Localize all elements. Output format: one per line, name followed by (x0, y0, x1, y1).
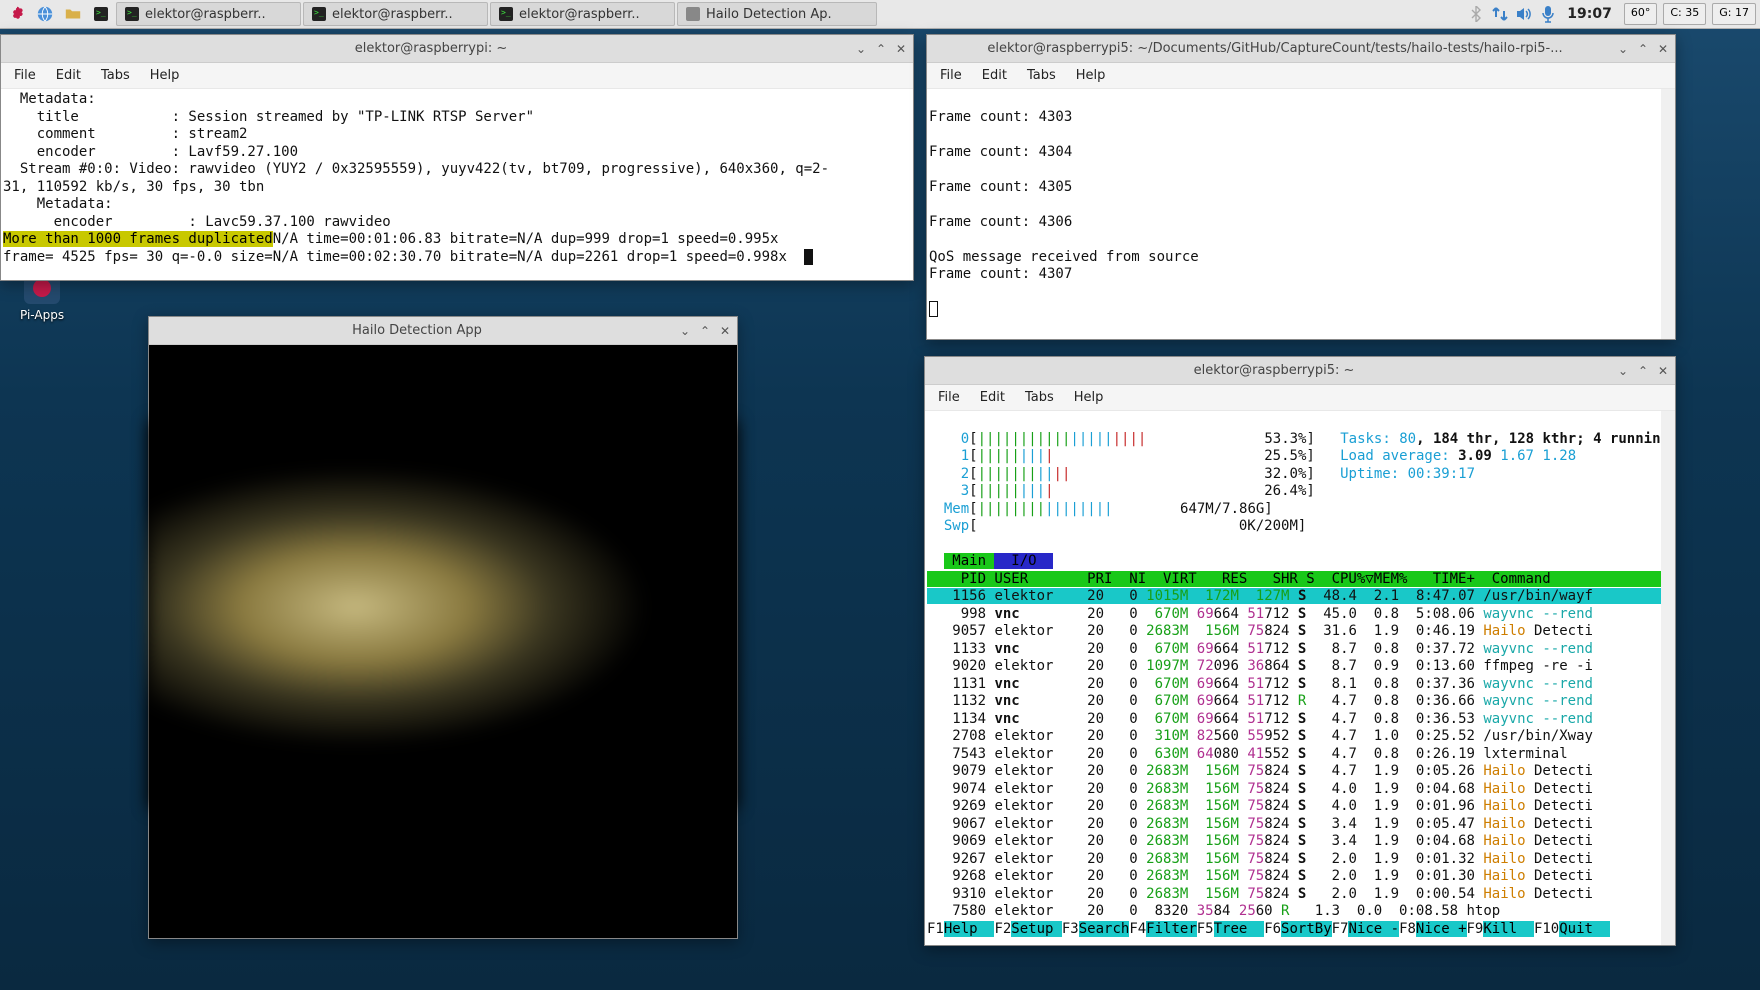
network-icon[interactable] (1489, 3, 1511, 25)
close-icon[interactable]: ✕ (1657, 43, 1669, 55)
video-panel (149, 345, 737, 938)
terminal-window-htop: elektor@raspberrypi5: ~ ⌄ ⌃ ✕ File Edit … (924, 356, 1676, 946)
temp-button[interactable]: 60° (1624, 3, 1658, 25)
terminal-output[interactable]: Metadata: title : Session streamed by "T… (1, 89, 913, 280)
menu-tabs[interactable]: Tabs (1016, 387, 1063, 408)
maximize-icon[interactable]: ⌃ (1637, 43, 1649, 55)
menu-edit[interactable]: Edit (47, 65, 90, 86)
titlebar[interactable]: elektor@raspberrypi: ~ ⌄ ⌃ ✕ (1, 35, 913, 63)
maximize-icon[interactable]: ⌃ (1637, 365, 1649, 377)
menu-help[interactable]: Help (1067, 65, 1115, 86)
taskbar-item-0[interactable]: elektor@raspberr.. (116, 2, 301, 26)
browser-icon[interactable] (32, 2, 58, 26)
menu-tabs[interactable]: Tabs (92, 65, 139, 86)
volume-icon[interactable] (1513, 3, 1535, 25)
menu-tabs[interactable]: Tabs (1018, 65, 1065, 86)
menu-edit[interactable]: Edit (971, 387, 1014, 408)
minimize-icon[interactable]: ⌄ (1617, 365, 1629, 377)
menu-icon[interactable] (4, 2, 30, 26)
titlebar[interactable]: Hailo Detection App ⌄ ⌃ ✕ (149, 317, 737, 345)
terminal-window-ffmpeg: elektor@raspberrypi: ~ ⌄ ⌃ ✕ File Edit T… (0, 34, 914, 281)
taskbar-item-1[interactable]: elektor@raspberr.. (303, 2, 488, 26)
gpu-button[interactable]: G: 17 (1712, 3, 1756, 25)
menu-help[interactable]: Help (141, 65, 189, 86)
taskbar-item-label: elektor@raspberr.. (519, 7, 640, 22)
scrollbar[interactable] (1661, 89, 1675, 339)
menu-edit[interactable]: Edit (973, 65, 1016, 86)
terminal-window-hailo: elektor@raspberrypi5: ~/Documents/GitHub… (926, 34, 1676, 340)
desktop-icon-label: Pi-Apps (20, 308, 64, 322)
menu-file[interactable]: File (5, 65, 45, 86)
close-icon[interactable]: ✕ (719, 325, 731, 337)
titlebar[interactable]: elektor@raspberrypi5: ~ ⌄ ⌃ ✕ (925, 357, 1675, 385)
taskbar-item-2[interactable]: elektor@raspberr.. (490, 2, 675, 26)
minimize-icon[interactable]: ⌄ (1617, 43, 1629, 55)
menu-help[interactable]: Help (1065, 387, 1113, 408)
maximize-icon[interactable]: ⌃ (699, 325, 711, 337)
taskbar-item-label: Hailo Detection Ap. (706, 7, 832, 22)
taskbar-item-label: elektor@raspberr.. (332, 7, 453, 22)
menubar: File Edit Tabs Help (1, 63, 913, 89)
terminal-output[interactable]: 0[|||||||||||||||||||| 53.3%] Tasks: 80,… (925, 411, 1675, 945)
terminal-icon[interactable] (88, 2, 114, 26)
bluetooth-icon[interactable] (1465, 3, 1487, 25)
terminal-output[interactable]: Frame count: 4303 Frame count: 4304 Fram… (927, 89, 1675, 339)
taskbar: elektor@raspberr.. elektor@raspberr.. el… (0, 0, 1760, 29)
window-title: elektor@raspberrypi5: ~ (931, 363, 1617, 378)
files-icon[interactable] (60, 2, 86, 26)
menubar: File Edit Tabs Help (925, 385, 1675, 411)
close-icon[interactable]: ✕ (895, 43, 907, 55)
taskbar-item-3[interactable]: Hailo Detection Ap. (677, 2, 877, 26)
window-title: Hailo Detection App (155, 323, 679, 338)
close-icon[interactable]: ✕ (1657, 365, 1669, 377)
minimize-icon[interactable]: ⌄ (679, 325, 691, 337)
menubar: File Edit Tabs Help (927, 63, 1675, 89)
maximize-icon[interactable]: ⌃ (875, 43, 887, 55)
taskbar-item-label: elektor@raspberr.. (145, 7, 266, 22)
clock[interactable]: 19:07 (1561, 6, 1618, 22)
hailo-window: Hailo Detection App ⌄ ⌃ ✕ (148, 316, 738, 939)
minimize-icon[interactable]: ⌄ (855, 43, 867, 55)
titlebar[interactable]: elektor@raspberrypi5: ~/Documents/GitHub… (927, 35, 1675, 63)
window-title: elektor@raspberrypi: ~ (7, 41, 855, 56)
scrollbar[interactable] (1661, 411, 1675, 945)
menu-file[interactable]: File (931, 65, 971, 86)
menu-file[interactable]: File (929, 387, 969, 408)
window-title: elektor@raspberrypi5: ~/Documents/GitHub… (933, 41, 1617, 56)
mic-icon[interactable] (1537, 3, 1559, 25)
cpu-button[interactable]: C: 35 (1663, 3, 1706, 25)
video-frame (149, 421, 737, 808)
